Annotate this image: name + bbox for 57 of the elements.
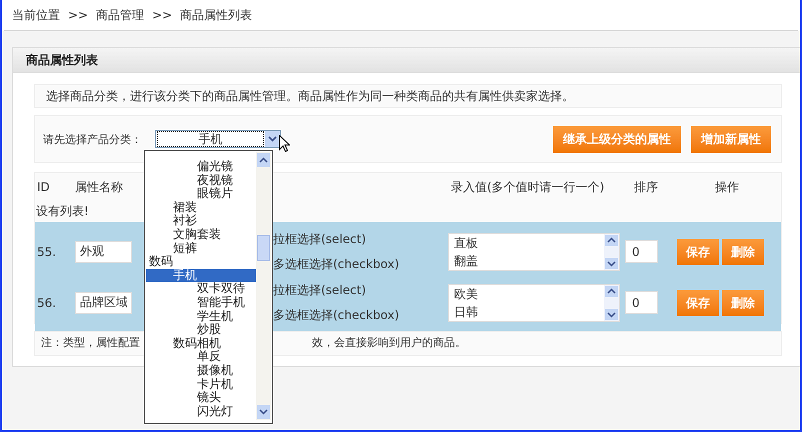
type-option: 多选框选择(checkbox) [273, 306, 448, 324]
value-line: 翻盖 [454, 252, 478, 268]
value-line: 日韩 [454, 304, 478, 320]
type-option: 拉框选择(select) [273, 230, 448, 248]
type-option: 多选框选择(checkbox) [273, 255, 448, 273]
breadcrumb-item: 当前位置 [12, 7, 60, 24]
dropdown-option[interactable]: 数码 [146, 255, 256, 269]
dropdown-option[interactable]: 学生机 [146, 310, 256, 324]
dropdown-option[interactable]: 双卡双待 [146, 282, 256, 296]
column-header: 操作 [715, 180, 739, 194]
dropdown-option[interactable]: 短裤 [146, 242, 256, 256]
dropdown-option[interactable]: 数码相机 [146, 336, 256, 350]
breadcrumb-item: 商品管理 [96, 7, 144, 24]
scrollbar-icon [604, 284, 619, 320]
column-header: 属性名称 [75, 180, 123, 194]
scroll-up-icon[interactable] [257, 153, 270, 167]
note-text: 效，会直接影响到用户的商品。 [312, 335, 466, 352]
breadcrumb-separator: >> [152, 7, 172, 24]
dropdown-option[interactable]: 卡片机 [146, 378, 256, 392]
column-header: 录入值(多个值时请一行一个) [451, 180, 604, 194]
row-id: 55. [36, 244, 58, 260]
type-option: 拉框选择(select) [273, 281, 448, 299]
dropdown-option[interactable]: 手机 [146, 268, 256, 282]
column-header: ID [37, 180, 50, 194]
scrollbar-thumb[interactable] [257, 235, 270, 261]
dropdown-option[interactable]: 摄像机 [146, 364, 256, 378]
dropdown-option[interactable]: 眼镜片 [146, 187, 256, 201]
dropdown-option[interactable]: 炒股 [146, 323, 256, 337]
breadcrumb-item: 商品属性列表 [180, 7, 252, 24]
scrollbar-track[interactable] [256, 152, 271, 420]
dropdown-option[interactable]: 偏光镜 [146, 160, 256, 174]
dropdown-option[interactable]: 智能手机 [146, 296, 256, 310]
values-textarea[interactable]: 直板 翻盖 [448, 232, 620, 270]
dropdown-option[interactable]: 镜头 [146, 391, 256, 405]
dropdown-option[interactable]: 单反 [146, 350, 256, 364]
row-id: 56. [36, 294, 58, 312]
dropdown-option[interactable]: 衬衫 [146, 214, 256, 228]
dropdown-option[interactable]: 裙装 [146, 200, 256, 214]
value-line: 欧美 [454, 286, 478, 302]
scrollbar-icon [604, 234, 619, 270]
sort-input[interactable]: 0 [625, 240, 658, 263]
intro-text: 选择商品分类，进行该分类下的商品属性管理。商品属性作为同一种类商品的共有属性供卖家选择。 [46, 88, 574, 105]
column-header: 排序 [634, 180, 658, 194]
sort-input[interactable]: 0 [625, 291, 658, 314]
scroll-down-icon[interactable] [257, 405, 270, 419]
panel-title: 商品属性列表 [26, 52, 98, 69]
value-line: 直板 [454, 234, 478, 250]
note-text: 注：类型，属性配置 [41, 335, 140, 352]
category-label: 请先选择产品分类： [43, 132, 142, 146]
dropdown-option[interactable]: 夜视镜 [146, 174, 256, 188]
cursor-icon [279, 135, 290, 152]
values-textarea[interactable]: 欧美 日韩 [448, 284, 620, 322]
name-input[interactable]: 外观 [75, 240, 132, 262]
empty-message: 设有列表! [36, 203, 89, 220]
dropdown-option[interactable]: 闪光灯 [146, 404, 256, 418]
breadcrumb-separator: >> [68, 7, 88, 24]
dropdown-option[interactable]: 文胸套装 [146, 228, 256, 242]
